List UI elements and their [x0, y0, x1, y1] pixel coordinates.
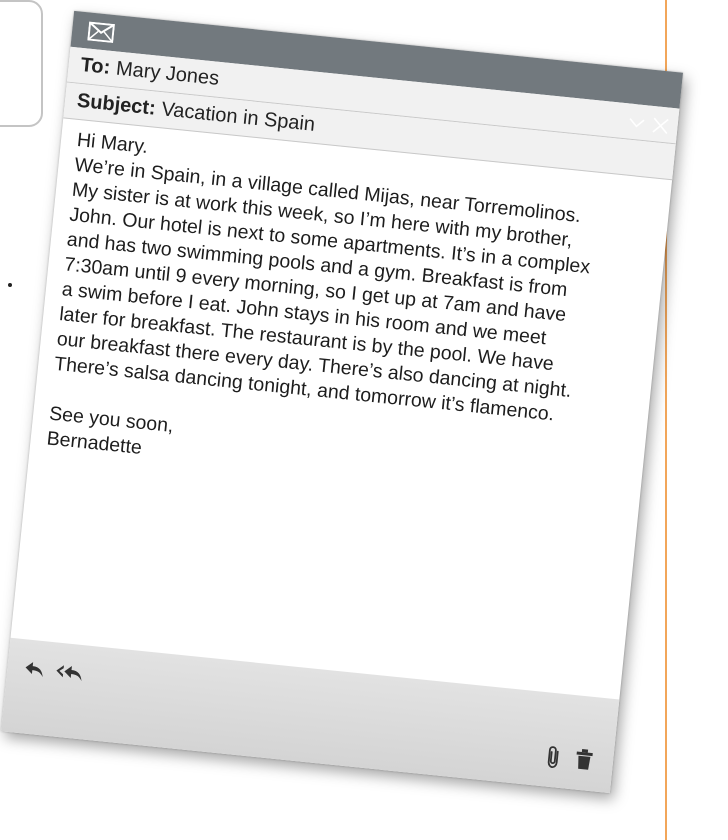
recipient-name[interactable]: Mary Jones	[115, 58, 220, 91]
trash-icon[interactable]	[574, 747, 594, 771]
subject-label: Subject:	[75, 89, 157, 120]
to-label: To:	[79, 53, 112, 79]
close-icon[interactable]	[651, 116, 671, 136]
window-controls	[627, 113, 671, 135]
reply-all-icon[interactable]	[54, 662, 86, 683]
background-card	[0, 0, 43, 127]
email-footer-toolbar	[0, 637, 620, 794]
email-body[interactable]: Hi Mary. We’re in Spain, in a village ca…	[46, 128, 666, 511]
reply-icon[interactable]	[23, 659, 47, 679]
chevron-down-icon[interactable]	[627, 113, 647, 131]
email-window: To: Mary Jones Subject: Vacation in Spai…	[0, 10, 684, 794]
paperclip-icon[interactable]	[546, 745, 562, 770]
background-dot	[8, 283, 12, 287]
envelope-icon	[87, 21, 116, 44]
